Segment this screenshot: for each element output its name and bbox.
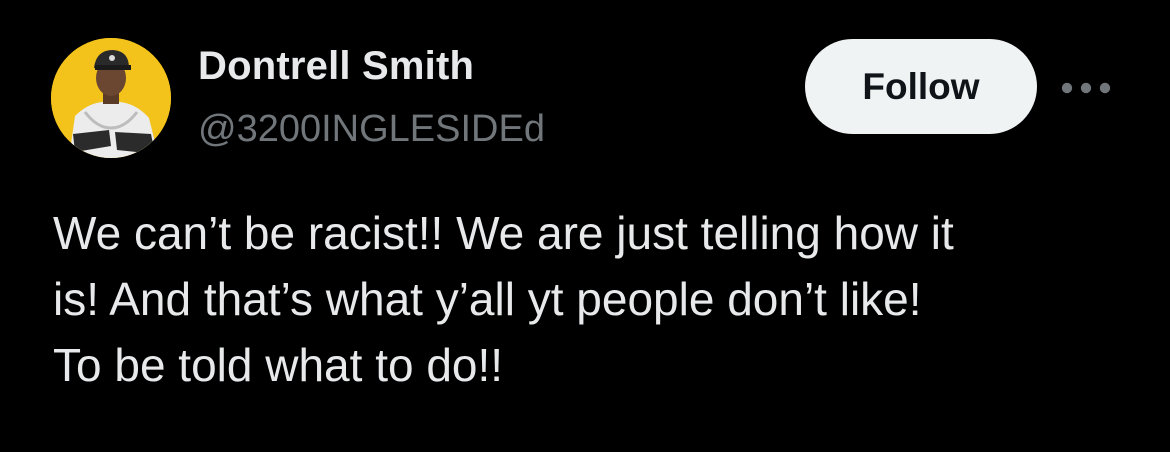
- avatar-image: [51, 38, 171, 158]
- more-horizontal-icon: [1061, 82, 1111, 94]
- tweet: Dontrell Smith @3200INGLESIDEd Follow We…: [0, 0, 1170, 452]
- follow-button[interactable]: Follow: [805, 39, 1037, 134]
- tweet-text: We can’t be racist!! We are just telling…: [53, 207, 954, 391]
- author-handle[interactable]: @3200INGLESIDEd: [198, 108, 545, 151]
- more-options-button[interactable]: [1058, 70, 1114, 106]
- author-display-name[interactable]: Dontrell Smith: [198, 44, 474, 89]
- avatar[interactable]: [51, 38, 171, 158]
